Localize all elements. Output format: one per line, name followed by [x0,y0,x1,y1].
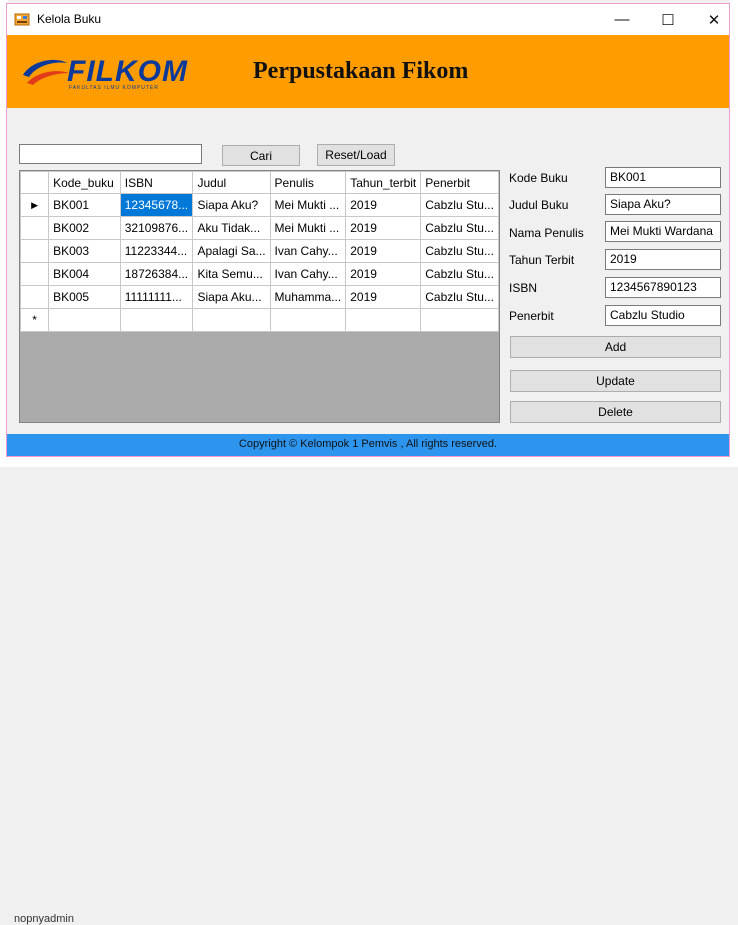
window-title: Kelola Buku [37,12,102,26]
table-cell[interactable]: Mei Mukti ... [269,193,347,217]
judul-buku-field[interactable]: Siapa Aku? [605,194,721,215]
table-cell[interactable]: 2019 [345,285,422,309]
tahun-terbit-field[interactable]: 2019 [605,249,721,270]
table-cell[interactable]: Aku Tidak... [192,216,271,240]
column-header-penulis[interactable]: Penulis [269,171,347,194]
close-button[interactable]: ✕ [691,4,737,35]
current-row-indicator-icon[interactable]: ▶ [20,193,50,217]
row-header[interactable] [20,262,50,286]
app-icon [14,13,30,26]
close-icon: ✕ [707,11,721,29]
table-cell[interactable]: 2019 [345,239,422,263]
table-cell[interactable]: Ivan Cahy... [269,262,347,286]
table-cell[interactable]: 2019 [345,193,422,217]
table-cell[interactable]: 32109876... [119,216,194,240]
table-cell[interactable] [420,308,499,332]
new-row[interactable]: * [20,308,499,332]
filkom-logo: FILKOM FAKULTAS ILMU KOMPUTER [19,53,191,91]
table-row[interactable]: BK003 11223344... Apalagi Sa... Ivan Cah… [20,239,499,263]
table-cell[interactable]: BK001 [48,193,121,217]
page-title: Perpustakaan Fikom [253,58,469,84]
maximize-icon: ☐ [661,11,675,29]
table-cell[interactable]: Cabzlu Stu... [420,285,499,309]
isbn-field[interactable]: 1234567890123 [605,277,721,298]
judul-buku-label: Judul Buku [509,198,569,212]
logo-swoosh-icon [23,59,69,85]
table-cell[interactable]: 18726384... [119,262,194,286]
penerbit-field[interactable]: Cabzlu Studio [605,305,721,326]
isbn-label: ISBN [509,281,538,295]
maximize-button[interactable]: ☐ [645,4,691,35]
tahun-terbit-label: Tahun Terbit [509,253,575,267]
table-cell[interactable] [192,308,271,332]
header-banner: FILKOM FAKULTAS ILMU KOMPUTER Perpustaka… [7,35,729,108]
penerbit-label: Penerbit [509,309,554,323]
search-input[interactable] [19,144,202,164]
table-cell[interactable] [48,308,121,332]
title-bar[interactable]: Kelola Buku — ☐ ✕ [7,4,729,35]
table-cell[interactable]: Cabzlu Stu... [420,239,499,263]
table-cell[interactable]: 2019 [345,216,422,240]
desktop-background-right [730,0,738,467]
table-cell[interactable] [269,308,347,332]
nama-penulis-label: Nama Penulis [509,226,584,240]
logo-text: FILKOM [67,55,188,88]
column-header-isbn[interactable]: ISBN [119,171,194,194]
copyright-text: Copyright © Kelompok 1 Pemvis , All righ… [238,438,498,450]
table-cell[interactable]: Cabzlu Stu... [420,193,499,217]
new-row-indicator-icon[interactable]: * [20,308,50,332]
kode-buku-label: Kode Buku [509,171,568,185]
search-button[interactable]: Cari [222,145,300,166]
minimize-button[interactable]: — [599,4,645,35]
update-button[interactable]: Update [510,370,721,392]
table-cell-selected[interactable]: 12345678... [119,193,194,217]
column-header-kode-buku[interactable]: Kode_buku [48,171,121,194]
table-row[interactable]: BK005 11111111... Siapa Aku... Muhamma..… [20,285,499,309]
row-header[interactable] [20,285,50,309]
nama-penulis-field[interactable]: Mei Mukti Wardana [605,221,721,242]
table-cell[interactable]: Ivan Cahy... [269,239,347,263]
table-cell[interactable] [345,308,422,332]
table-cell[interactable]: Cabzlu Stu... [420,216,499,240]
logo-subtext: FAKULTAS ILMU KOMPUTER [69,85,159,91]
add-button[interactable]: Add [510,336,721,358]
minimize-icon: — [614,11,630,28]
reset-load-button[interactable]: Reset/Load [317,144,395,166]
row-header[interactable] [20,239,50,263]
table-cell[interactable]: Mei Mukti ... [269,216,347,240]
table-cell[interactable]: BK003 [48,239,121,263]
background-text-fragment: nopnyadmin [14,913,74,925]
books-data-grid[interactable]: Kode_buku ISBN Judul Penulis Tahun_terbi… [19,170,500,423]
kode-buku-field[interactable]: BK001 [605,167,721,188]
footer-bar: Copyright © Kelompok 1 Pemvis , All righ… [7,434,729,456]
row-header[interactable] [20,216,50,240]
table-cell[interactable]: 11223344... [119,239,194,263]
table-cell[interactable]: Muhamma... [269,285,347,309]
table-cell[interactable]: Apalagi Sa... [192,239,271,263]
table-header-row: Kode_buku ISBN Judul Penulis Tahun_terbi… [20,171,499,194]
table-cell[interactable]: Siapa Aku? [192,193,271,217]
delete-button[interactable]: Delete [510,401,721,423]
table-cell[interactable]: Siapa Aku... [192,285,271,309]
table-row[interactable]: ▶ BK001 12345678... Siapa Aku? Mei Mukti… [20,193,499,217]
column-header-tahun-terbit[interactable]: Tahun_terbit [345,171,422,194]
row-header-corner [20,171,50,194]
desktop-background-bottom: nopnyadmin [0,457,738,925]
kelola-buku-window: Kelola Buku — ☐ ✕ FILKOM FAKULTAS ILMU K… [6,3,730,457]
books-table: Kode_buku ISBN Judul Penulis Tahun_terbi… [20,171,499,332]
table-row[interactable]: BK004 18726384... Kita Semu... Ivan Cahy… [20,262,499,286]
column-header-penerbit[interactable]: Penerbit [420,171,499,194]
table-cell[interactable]: 11111111... [119,285,194,309]
table-cell[interactable]: 2019 [345,262,422,286]
table-cell[interactable]: Cabzlu Stu... [420,262,499,286]
table-cell[interactable]: Kita Semu... [192,262,271,286]
table-cell[interactable] [119,308,194,332]
table-row[interactable]: BK002 32109876... Aku Tidak... Mei Mukti… [20,216,499,240]
column-header-judul[interactable]: Judul [192,171,271,194]
table-cell[interactable]: BK002 [48,216,121,240]
table-cell[interactable]: BK005 [48,285,121,309]
table-cell[interactable]: BK004 [48,262,121,286]
